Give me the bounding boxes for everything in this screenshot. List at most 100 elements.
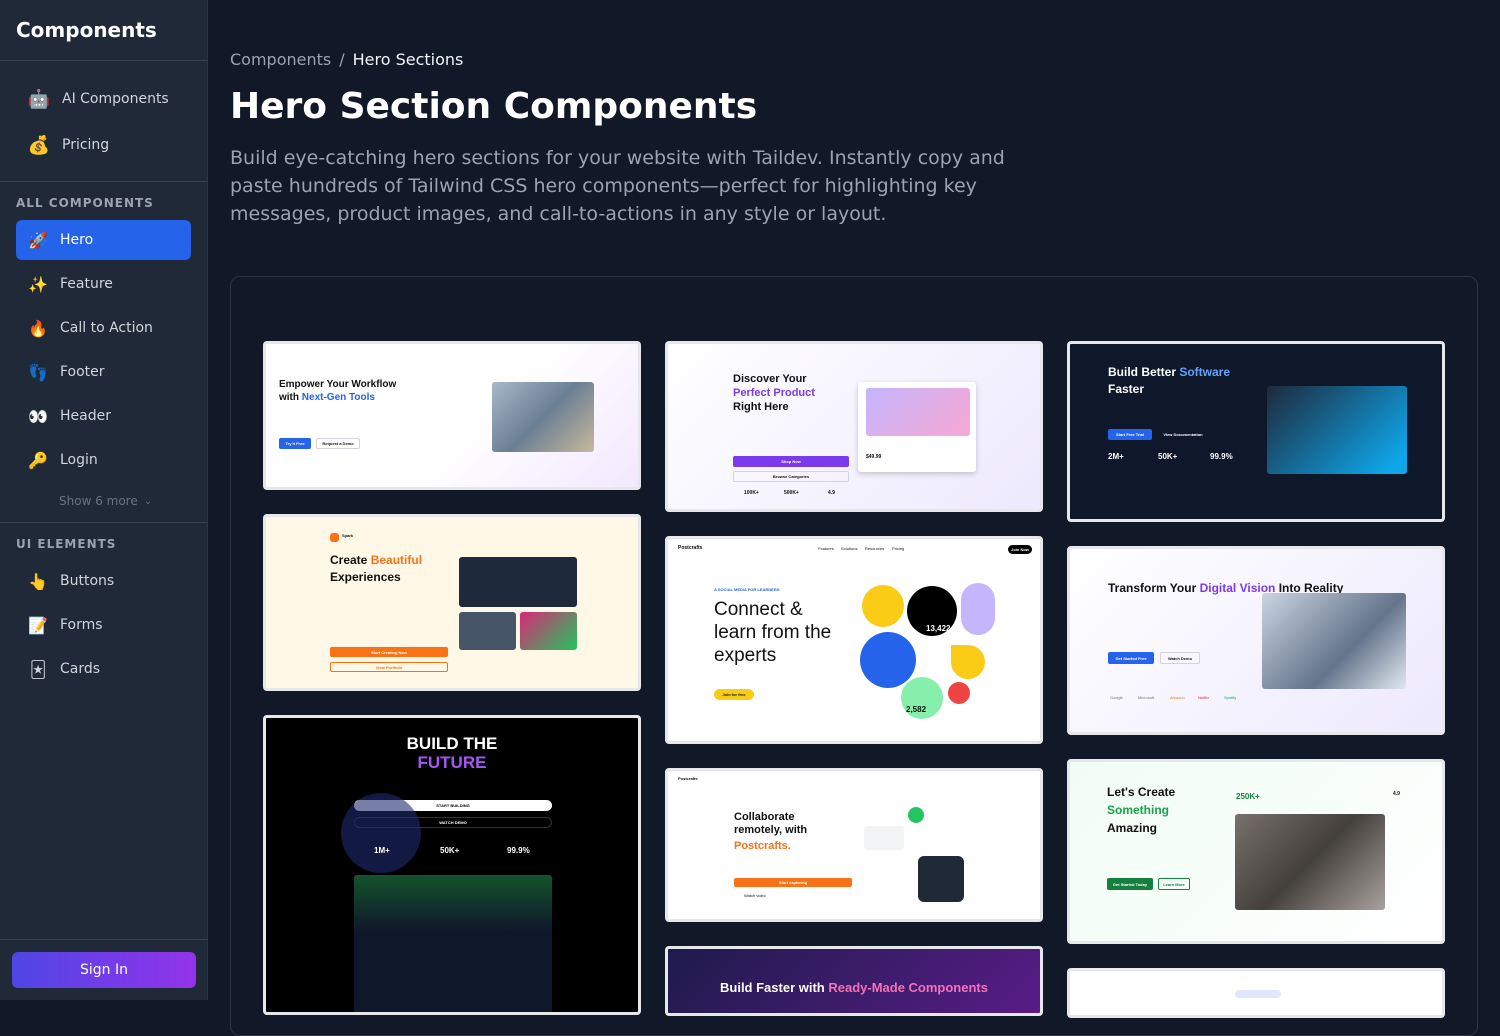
card-avatar: [918, 856, 964, 902]
card-primary-button: Get Started Free: [1108, 652, 1154, 664]
sidebar: Components 🤖 AI Components 💰 Pricing ALL…: [0, 0, 208, 1000]
sidebar-item-header[interactable]: 👀 Header: [16, 396, 191, 436]
sidebar-brand[interactable]: Components: [0, 0, 207, 61]
cards-icon: 🃏: [29, 659, 47, 679]
show-more-toggle[interactable]: Show 6 more ⌄: [0, 484, 207, 522]
hero-preview-card[interactable]: Spark Create Beautiful Experiences Start…: [263, 514, 641, 691]
card-title-prefix: Build Faster with: [720, 980, 829, 995]
robot-icon: 🤖: [27, 88, 51, 110]
card-stat: 13,422: [926, 624, 951, 633]
hero-preview-card[interactable]: Let's Create Something Amazing Get Start…: [1067, 759, 1445, 944]
hero-preview-card[interactable]: Transform Your Digital Vision Into Reali…: [1067, 546, 1445, 735]
card-logo: Netflix: [1198, 695, 1210, 700]
card-stat: 50K+: [1158, 452, 1178, 461]
sidebar-item-footer[interactable]: 👣 Footer: [16, 352, 191, 392]
card-stat: 500K+: [784, 490, 799, 496]
sidebar-item-label: AI Components: [62, 91, 169, 107]
hero-preview-card[interactable]: Postcrafts Collaborate remotely, with Po…: [665, 768, 1043, 922]
hero-preview-card[interactable]: BUILD THE FUTURE START BUILDING WATCH DE…: [263, 715, 641, 1015]
card-secondary-button: Request a Demo: [316, 438, 360, 449]
hero-preview-card[interactable]: Empower Your Workflow with Next-Gen Tool…: [263, 341, 641, 490]
card-image: [1262, 593, 1406, 689]
card-avatar: [862, 585, 904, 627]
card-primary-button: Try It Free: [279, 438, 311, 449]
card-title-highlight: Perfect Product: [733, 387, 815, 399]
hero-preview-card[interactable]: Discover Your Perfect Product Right Here…: [665, 341, 1043, 512]
card-title-highlight: Something: [1107, 803, 1169, 817]
card-title-highlight: Postcrafts.: [734, 840, 791, 852]
sign-in-button[interactable]: Sign In: [12, 952, 196, 988]
breadcrumb-root-link[interactable]: Components: [230, 50, 331, 69]
hero-preview-card[interactable]: Build Better Software Faster Start Free …: [1067, 341, 1445, 522]
card-secondary-button: Learn More: [1158, 878, 1190, 890]
footprints-icon: 👣: [28, 362, 48, 382]
card-title: Collaborate remotely, with: [734, 811, 808, 836]
hero-preview-card[interactable]: Build Faster with Ready-Made Components: [665, 946, 1043, 1016]
card-title-line: Build Faster with Ready-Made Components: [668, 980, 1040, 996]
card-title-prefix: Build Better: [1108, 365, 1180, 379]
card-price: $49.99: [866, 454, 882, 460]
sidebar-item-ai-components[interactable]: 🤖 AI Components: [16, 79, 191, 119]
sidebar-item-pricing[interactable]: 💰 Pricing: [16, 125, 191, 165]
sidebar-item-cards[interactable]: 🃏 Cards: [16, 649, 191, 689]
card-title-highlight: Ready-Made Components: [828, 980, 988, 995]
sidebar-item-hero[interactable]: 🚀 Hero: [16, 220, 191, 260]
card-avatar: [860, 632, 916, 688]
card-logo: Amazon: [1170, 695, 1185, 700]
card-title-highlight: FUTURE: [417, 753, 487, 772]
card-secondary-button: Browse Categories: [733, 471, 849, 482]
sidebar-item-login[interactable]: 🔑 Login: [16, 440, 191, 480]
card-title-line: with Next-Gen Tools: [279, 392, 375, 404]
card-avatar: [908, 807, 924, 823]
card-kicker: A SOCIAL MEDIA FOR LEARNERS: [714, 587, 780, 592]
card-title-line: Build Better Software: [1108, 365, 1231, 380]
card-primary-button: Start Free Trial: [1108, 429, 1152, 440]
sidebar-item-buttons[interactable]: 👆 Buttons: [16, 561, 191, 601]
card-image: [520, 612, 577, 650]
memo-icon: 📝: [28, 615, 48, 635]
card-logo: Spotify: [1224, 695, 1237, 700]
hero-preview-card[interactable]: [1067, 968, 1445, 1018]
card-title: Connect & learn from the experts: [714, 599, 832, 666]
sidebar-item-call-to-action[interactable]: 🔥 Call to Action: [16, 308, 191, 348]
breadcrumb-current: Hero Sections: [352, 50, 464, 69]
show-more-label: Show 6 more: [59, 494, 138, 508]
main-content: Components / Hero Sections Hero Section …: [208, 0, 1500, 1036]
card-title-highlight: Software: [1179, 365, 1231, 379]
card-nav-item: Solutions: [841, 546, 858, 551]
card-glow: [341, 793, 421, 873]
hero-preview-card[interactable]: Postcrafts Features Solutions Resources …: [665, 536, 1043, 744]
card-image: [1235, 814, 1385, 910]
page-description: Build eye-catching hero sections for you…: [230, 147, 1005, 225]
card-brand: Spark: [342, 533, 354, 538]
breadcrumb-separator: /: [339, 50, 345, 69]
card-primary-button: Get Started Today: [1107, 878, 1153, 890]
card-nav-item: Pricing: [892, 546, 905, 551]
card-rating: 4.9: [1393, 791, 1400, 797]
sidebar-item-forms[interactable]: 📝 Forms: [16, 605, 191, 645]
card-avatar: [961, 583, 995, 635]
sparkles-icon: ✨: [28, 274, 48, 294]
card-product-image: [866, 388, 970, 436]
fire-icon: 🔥: [28, 318, 48, 338]
card-image: [492, 382, 594, 452]
card-image: [459, 612, 516, 650]
sidebar-item-label: Cards: [60, 661, 101, 677]
card-nav-item: Features: [818, 546, 834, 551]
sidebar-item-label: Login: [60, 452, 98, 468]
card-title-highlight: Beautiful: [370, 553, 423, 567]
chevron-down-icon: ⌄: [143, 495, 153, 507]
card-title: Discover Your: [733, 373, 807, 385]
pointing-hand-icon: 👆: [28, 571, 48, 591]
page-title: Hero Section Components: [230, 86, 758, 127]
card-title-line: Create Beautiful: [330, 553, 423, 568]
card-primary-button: Shop Now: [733, 456, 849, 467]
card-stat: 100K+: [744, 490, 759, 496]
card-logo: Microsoft: [1138, 695, 1155, 700]
card-title-prefix: Transform Your: [1108, 581, 1200, 595]
card-logo: Google: [1110, 695, 1123, 700]
sidebar-item-feature[interactable]: ✨ Feature: [16, 264, 191, 304]
card-title: Amazing: [1107, 821, 1158, 835]
card-decor: [948, 682, 970, 704]
key-icon: 🔑: [28, 450, 48, 470]
